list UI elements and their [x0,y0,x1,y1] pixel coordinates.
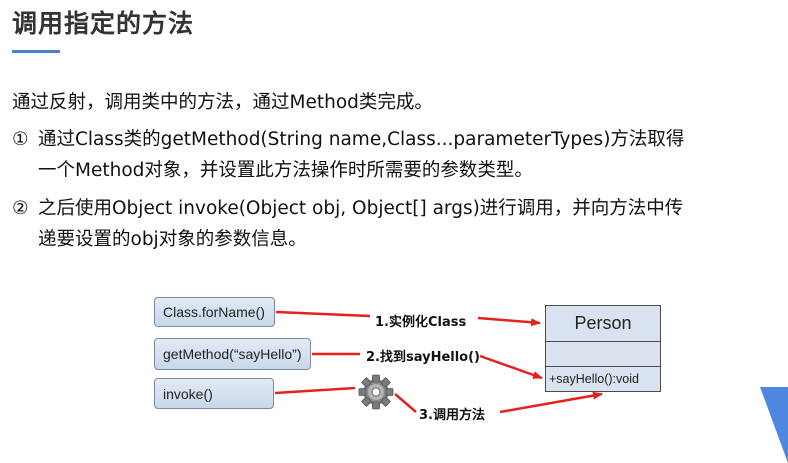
gear-icon [358,374,394,410]
step3-label: 3.调用方法 [419,408,485,423]
getmethod-box: getMethod(“sayHello”) [154,338,311,370]
arrow-step2-to-method [479,354,543,380]
invoke-box: invoke() [154,378,274,409]
arrow-step3-to-method [499,391,603,414]
uml-class-name: Person [545,305,661,342]
arrow-step1-to-person [477,316,541,327]
uml-attributes [545,341,661,367]
arrow-invoke-to-gear [274,386,356,395]
forname-box: Class.forName() [154,297,275,327]
step1-label: 1.实例化Class [375,315,467,330]
arrow-gear-to-step3 [394,393,417,413]
corner-decoration [760,387,788,463]
step2-label: 2.找到sayHello() [366,350,480,365]
uml-method: +sayHello():void [545,366,661,392]
arrow-forname-to-person [275,310,371,318]
